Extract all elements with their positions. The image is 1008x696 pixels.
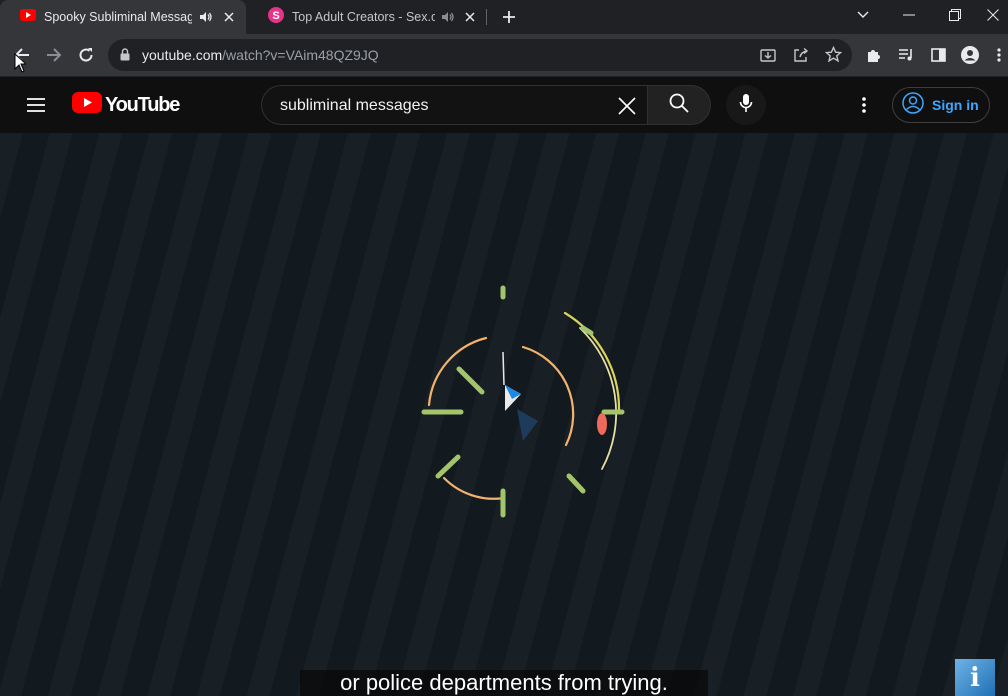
url-path: /watch?v=VAim48QZ9JQ [222,47,379,63]
youtube-header: YouTube Sign in [0,77,1008,133]
browser-toolbar: youtube.com/watch?v=VAim48QZ9JQ [0,34,1008,77]
close-tab-icon[interactable] [462,8,478,26]
microphone-icon [739,93,753,118]
search-box[interactable] [261,85,647,125]
caption-box: or police departments from trying. [300,670,708,696]
account-circle-icon [902,91,924,119]
media-queue-icon[interactable] [892,41,920,69]
clear-search-icon[interactable] [613,92,641,120]
install-app-icon[interactable] [760,47,776,68]
s-letter-favicon-icon: S [268,6,284,28]
lock-icon[interactable] [120,48,130,66]
forward-arrow-icon[interactable] [40,41,68,69]
search-button[interactable] [647,85,711,125]
info-card-icon[interactable]: i [955,659,995,696]
youtube-logo[interactable]: YouTube [72,92,180,118]
hamburger-menu-icon[interactable] [24,93,48,117]
youtube-play-logo-icon [72,92,102,118]
tab-separator [486,9,487,25]
url-text[interactable]: youtube.com/watch?v=VAim48QZ9JQ [142,47,379,63]
close-window-icon[interactable] [970,0,1008,30]
svg-text:S: S [272,10,279,22]
speaker-icon[interactable] [441,10,456,24]
reload-icon[interactable] [72,41,100,69]
speaker-icon[interactable] [198,10,214,24]
address-bar[interactable]: youtube.com/watch?v=VAim48QZ9JQ [108,39,852,71]
sign-in-label: Sign in [932,97,979,113]
close-tab-icon[interactable] [220,8,238,26]
tab-search-chevron-icon[interactable] [840,0,886,30]
tab-strip: Spooky Subliminal Message S Top Adult Cr… [0,0,1008,34]
youtube-favicon-icon [20,8,36,26]
sign-in-button[interactable]: Sign in [892,87,990,123]
video-player[interactable]: or police departments from trying. i [0,133,1008,696]
new-tab-plus-icon[interactable] [497,5,521,29]
search-icon [669,93,689,118]
video-frame-graphic [421,285,625,518]
settings-kebab-icon[interactable] [852,93,876,117]
minimize-icon[interactable] [886,0,932,30]
chrome-menu-kebab-icon[interactable] [990,41,1008,69]
profile-avatar-icon[interactable] [956,41,984,69]
search-input[interactable] [278,95,612,117]
tab-title: Top Adult Creators - Sex.com [292,10,436,24]
tab-sexcom[interactable]: S Top Adult Creators - Sex.com [248,0,486,34]
mouse-cursor-icon [14,52,28,73]
extensions-puzzle-icon[interactable] [860,41,888,69]
url-host: youtube.com [142,47,223,63]
side-panel-icon[interactable] [924,41,952,69]
tab-title: Spooky Subliminal Message [44,10,193,24]
share-icon[interactable] [793,47,809,68]
voice-search-button[interactable] [726,85,766,125]
tab-youtube[interactable]: Spooky Subliminal Message [0,0,246,34]
youtube-wordmark: YouTube [105,93,180,116]
caption-text: or police departments from trying. [340,670,668,695]
info-badge-glyph: i [970,662,980,693]
bookmark-star-icon[interactable] [824,45,843,68]
